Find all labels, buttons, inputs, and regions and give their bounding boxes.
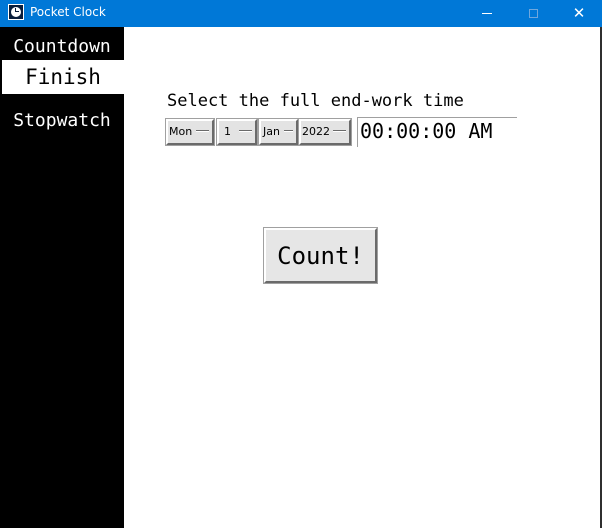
maximize-button[interactable] xyxy=(510,0,556,27)
dropdown-indicator-icon xyxy=(333,130,346,132)
weekday-select[interactable]: Mon xyxy=(165,118,215,146)
close-icon: ✕ xyxy=(572,4,586,22)
sidebar-item-countdown[interactable]: Countdown xyxy=(0,35,124,59)
day-value: 1 xyxy=(224,125,231,138)
window-title: Pocket Clock xyxy=(30,5,106,19)
minimize-icon xyxy=(482,13,492,14)
sidebar-item-stopwatch[interactable]: Stopwatch xyxy=(0,109,124,133)
weekday-value: Mon xyxy=(169,125,193,138)
day-select[interactable]: 1 xyxy=(216,118,258,146)
dropdown-indicator-icon xyxy=(239,130,252,132)
minimize-button[interactable] xyxy=(464,0,510,27)
title-bar[interactable]: Pocket Clock ✕ xyxy=(0,0,602,27)
time-input[interactable]: 00:00:00 AM xyxy=(357,117,517,147)
sidebar-item-finish[interactable]: Finish xyxy=(2,60,124,94)
year-select[interactable]: 2022 xyxy=(298,118,352,146)
close-button[interactable]: ✕ xyxy=(556,0,602,27)
sidebar: Countdown Finish Stopwatch xyxy=(0,27,124,528)
end-time-prompt: Select the full end-work time xyxy=(167,91,464,111)
clock-icon xyxy=(8,4,24,20)
dropdown-indicator-icon xyxy=(284,130,293,132)
year-value: 2022 xyxy=(302,125,330,138)
month-select[interactable]: Jan xyxy=(258,118,299,146)
dropdown-indicator-icon xyxy=(196,130,209,132)
count-button[interactable]: Count! xyxy=(263,227,378,284)
month-value: Jan xyxy=(263,125,280,138)
maximize-icon xyxy=(528,9,538,18)
